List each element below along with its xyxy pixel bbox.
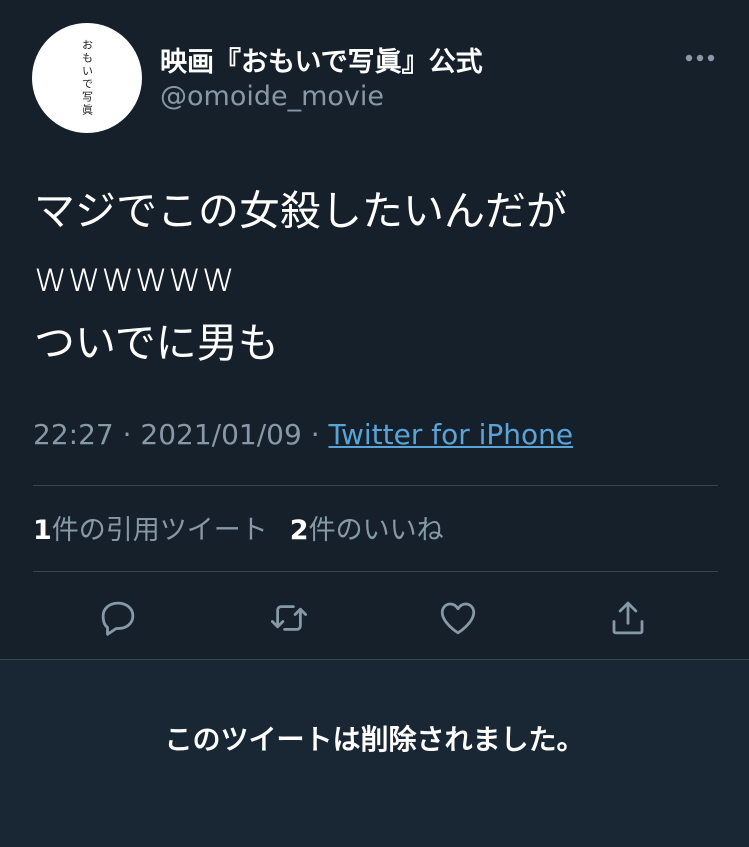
meta-separator: · [113, 418, 141, 451]
tweet-time[interactable]: 22:27 [33, 418, 114, 451]
divider [33, 485, 718, 486]
divider [33, 571, 718, 572]
quote-tweets-stat[interactable]: 1件の引用ツイート [33, 515, 268, 546]
share-icon[interactable] [600, 590, 656, 646]
tweet-card: おもいで写眞 映画『おもいで写眞』公式 @omoide_movie マジでこの女… [0, 0, 749, 659]
reply-icon[interactable] [90, 590, 146, 646]
like-label: 件のいいね [308, 515, 444, 546]
tweet-source-link[interactable]: Twitter for iPhone [329, 418, 574, 451]
quote-label: 件の引用ツイート [51, 515, 268, 546]
user-handle[interactable]: @omoide_movie [160, 81, 384, 112]
quote-count: 1 [33, 515, 52, 546]
avatar-logo-text: おもいで写眞 [80, 39, 94, 117]
deleted-tweet-notice: このツイートは削除されました。 [0, 659, 749, 847]
tweet-stats: 1件の引用ツイート 2件のいいね [33, 508, 466, 547]
display-name[interactable]: 映画『おもいで写眞』公式 [160, 40, 483, 79]
like-count: 2 [289, 515, 309, 546]
tweet-meta: 22:27 · 2021/01/09 · Twitter for iPhone [33, 418, 573, 451]
meta-separator: · [301, 418, 329, 451]
avatar[interactable]: おもいで写眞 [32, 23, 142, 133]
tweet-date[interactable]: 2021/01/09 [140, 418, 301, 451]
tweet-text: マジでこの女殺したいんだが wwwwww ついでに男も [34, 187, 567, 367]
heart-icon[interactable] [430, 590, 486, 646]
likes-stat[interactable]: 2件のいいね [290, 515, 444, 546]
retweet-icon[interactable] [261, 590, 317, 646]
deleted-notice-text: このツイートは削除されました。 [164, 723, 585, 756]
action-bar [0, 590, 749, 646]
avatar-logo: おもいで写眞 [32, 23, 142, 133]
more-icon[interactable] [682, 40, 718, 76]
